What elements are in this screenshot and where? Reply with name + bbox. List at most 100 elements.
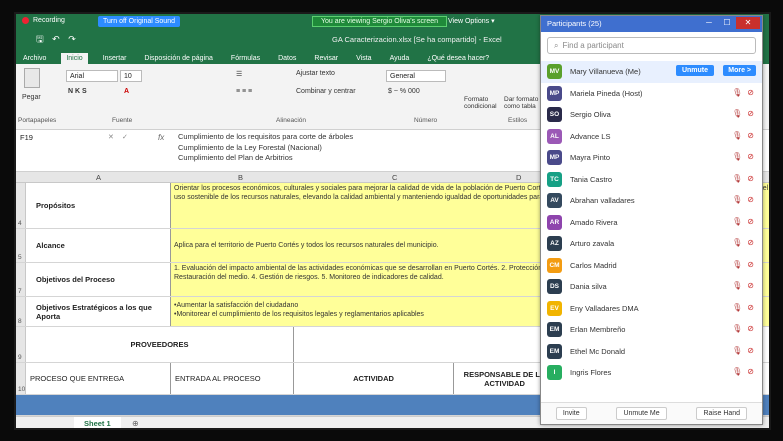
- formula-input[interactable]: Cumplimiento de los requisitos para cort…: [178, 132, 353, 164]
- name-box[interactable]: F19: [20, 133, 33, 142]
- avatar: EM: [547, 343, 562, 359]
- add-sheet-icon[interactable]: ⊕: [132, 419, 139, 428]
- invite-button[interactable]: Invite: [555, 407, 587, 420]
- view-options-button[interactable]: View Options ▾: [448, 17, 495, 25]
- row-number[interactable]: 5: [16, 229, 26, 262]
- empty-cell[interactable]: [294, 327, 556, 362]
- row-number[interactable]: 7: [16, 263, 26, 296]
- enter-icon[interactable]: ✓: [122, 133, 128, 141]
- participant-status: 🎙 ⊘: [732, 174, 754, 183]
- tab-4[interactable]: Fórmulas: [228, 55, 263, 64]
- participant-name: Ethel Mc Donald: [570, 346, 626, 356]
- participant-list: MV Mary Villanueva (Me) Unmute More > MP Mari…: [541, 61, 762, 384]
- mic-muted-icon: 🎙: [732, 324, 743, 333]
- tab-5[interactable]: Datos: [275, 55, 299, 64]
- tab-9[interactable]: ¿Qué desea hacer?: [424, 55, 492, 64]
- merge-center-button[interactable]: Combinar y centrar: [296, 88, 356, 95]
- participant-row[interactable]: CM Carlos Madrid 🎙 ⊘: [541, 255, 762, 277]
- quick-access-toolbar[interactable]: 🖫 ↶ ↷: [36, 32, 79, 48]
- font-name-select[interactable]: Arial: [66, 70, 118, 82]
- turn-off-sound-button[interactable]: Turn off Original Sound: [98, 16, 180, 27]
- column-header-b[interactable]: B: [238, 173, 243, 182]
- camera-off-icon: ⊘: [747, 216, 754, 226]
- unmute-button[interactable]: Unmute: [675, 65, 714, 76]
- participant-row[interactable]: EM Ethel Mc Donald 🎙 ⊘: [541, 341, 762, 363]
- cancel-icon[interactable]: ✕: [108, 133, 114, 141]
- fx-icon[interactable]: fx: [158, 133, 164, 142]
- paste-icon[interactable]: [24, 68, 40, 88]
- row-number-label: 5: [18, 254, 22, 261]
- raise-hand-button[interactable]: Raise Hand: [696, 407, 748, 420]
- unmute-me-button[interactable]: Unmute Me: [616, 407, 667, 420]
- participant-row[interactable]: SO Sergio Oliva 🎙 ⊘: [541, 104, 762, 126]
- participant-name: Amado Rivera: [570, 217, 618, 227]
- column-header-d[interactable]: D: [516, 173, 521, 182]
- participant-row[interactable]: AV Abrahan valladares 🎙 ⊘: [541, 190, 762, 212]
- participant-status: 🎙 ⊘: [732, 367, 754, 376]
- record-icon: [22, 17, 29, 24]
- recording-indicator[interactable]: Recording: [22, 17, 65, 24]
- participant-row[interactable]: MP Mariela Pineda (Host) 🎙 ⊘: [541, 83, 762, 105]
- camera-off-icon: ⊘: [747, 324, 754, 333]
- participant-row[interactable]: MV Mary Villanueva (Me) Unmute More >: [541, 61, 762, 83]
- tab-7[interactable]: Vista: [353, 55, 374, 64]
- participant-row[interactable]: AL Advance LS 🎙 ⊘: [541, 126, 762, 148]
- number-format-select[interactable]: General: [386, 70, 446, 82]
- tab-8[interactable]: Ayuda: [387, 55, 413, 64]
- align-left-icon[interactable]: ≡ ≡ ≡: [236, 88, 252, 95]
- header-entrada[interactable]: ENTRADA AL PROCESO: [171, 363, 294, 394]
- align-top-icon[interactable]: ☰: [236, 70, 242, 78]
- row-number[interactable]: 4: [16, 183, 26, 228]
- wrap-text-button[interactable]: Ajustar texto: [296, 70, 335, 77]
- row-number[interactable]: 8: [16, 297, 26, 326]
- header-proceso[interactable]: PROCESO QUE ENTREGA: [26, 363, 171, 394]
- participant-name: Carlos Madrid: [570, 260, 617, 270]
- number-format-symbols[interactable]: $ ~ % 000: [388, 88, 420, 95]
- avatar: SO: [547, 107, 562, 123]
- maximize-icon[interactable]: ☐: [718, 17, 736, 29]
- conditional-format-button[interactable]: Formato condicional: [464, 96, 500, 110]
- font-size-select[interactable]: 10: [120, 70, 142, 82]
- font-color-icon[interactable]: A: [124, 88, 129, 95]
- participants-footer: Invite Unmute Me Raise Hand: [541, 402, 762, 424]
- providers-header[interactable]: PROVEEDORES: [26, 327, 294, 362]
- group-styles: Estilos: [508, 117, 528, 124]
- participant-row[interactable]: AR Amado Rivera 🎙 ⊘: [541, 212, 762, 234]
- window-controls: ─ ☐ ✕: [700, 17, 760, 29]
- participant-row[interactable]: I Ingris Flores 🎙 ⊘: [541, 362, 762, 384]
- cell-label[interactable]: Propósitos: [26, 183, 171, 228]
- group-clipboard: Portapapeles: [18, 117, 57, 124]
- cell-label[interactable]: Objetivos del Proceso: [26, 263, 171, 296]
- participant-row[interactable]: TC Tania Castro 🎙 ⊘: [541, 169, 762, 191]
- sheet-tab[interactable]: Sheet 1: [74, 417, 121, 428]
- participant-row[interactable]: AZ Arturo zavala 🎙 ⊘: [541, 233, 762, 255]
- more-button[interactable]: More >: [723, 65, 756, 76]
- mic-muted-icon: 🎙: [732, 259, 743, 269]
- group-alignment: Alineación: [276, 117, 306, 124]
- participant-row[interactable]: DS Dania silva 🎙 ⊘: [541, 276, 762, 298]
- tab-1[interactable]: Inicio: [61, 53, 88, 64]
- column-header-c[interactable]: C: [392, 173, 397, 182]
- participant-search-input[interactable]: ⌕ Find a participant: [547, 37, 756, 54]
- row-number[interactable]: 10: [16, 363, 26, 394]
- participant-row[interactable]: MP Mayra Pinto 🎙 ⊘: [541, 147, 762, 169]
- tab-3[interactable]: Disposición de página: [141, 55, 216, 64]
- minimize-icon[interactable]: ─: [700, 17, 718, 29]
- tab-2[interactable]: Insertar: [100, 55, 130, 64]
- search-icon: ⌕: [554, 40, 559, 50]
- cell-label[interactable]: Objetivos Estratégicos a los que Aporta: [26, 297, 171, 326]
- tab-6[interactable]: Revisar: [311, 55, 341, 64]
- cell-label[interactable]: Alcance: [26, 229, 171, 262]
- header-actividad[interactable]: ACTIVIDAD: [294, 363, 454, 394]
- paste-button[interactable]: Pegar: [22, 94, 41, 101]
- participant-row[interactable]: EM Erlan Membreño 🎙 ⊘: [541, 319, 762, 341]
- close-icon[interactable]: ✕: [736, 17, 760, 29]
- participant-row[interactable]: EV Eny Valladares DMA 🎙 ⊘: [541, 298, 762, 320]
- row-number-label: 4: [18, 220, 22, 227]
- row-number[interactable]: 9: [16, 327, 26, 362]
- column-header-a[interactable]: A: [96, 173, 101, 182]
- tab-0[interactable]: Archivo: [20, 55, 49, 64]
- participant-name: Arturo zavala: [570, 239, 615, 249]
- participant-name: Eny Valladares DMA: [570, 303, 639, 313]
- bold-italic-underline-buttons[interactable]: N K S: [68, 88, 87, 95]
